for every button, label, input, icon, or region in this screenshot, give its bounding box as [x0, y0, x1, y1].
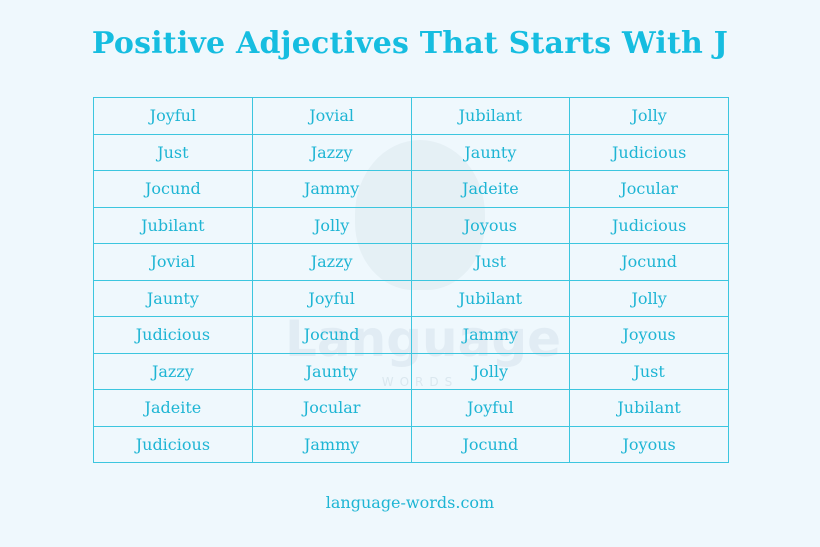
table-cell: Jocund [569, 243, 729, 281]
table-cell: Jaunty [93, 279, 253, 317]
table-cell: Jubilant [410, 279, 571, 317]
table-row: Joyful Jovial Jubilant Jolly [93, 97, 729, 135]
table-cell: Jolly [569, 97, 729, 135]
table-cell: Judicious [569, 206, 729, 244]
table-cell: Jubilant [93, 206, 253, 244]
page-title: Positive Adjectives That Starts With J [91, 26, 729, 61]
table-cell: Judicious [569, 133, 729, 171]
table-row: Jocund Jammy Jadeite Jocular [93, 170, 729, 208]
table-cell: Jocund [93, 170, 253, 208]
table-cell: Joyous [569, 425, 729, 463]
table-cell: Jocular [569, 170, 729, 208]
table-row: Jovial Jazzy Just Jocund [93, 243, 729, 281]
table-cell: Jocular [251, 389, 412, 427]
table-cell: Joyous [569, 316, 729, 354]
table-cell: Judicious [93, 316, 253, 354]
table-cell: Joyous [410, 206, 571, 244]
table-cell: Jolly [569, 279, 729, 317]
footer-website: language-words.com [325, 493, 495, 512]
table-cell: Jadeite [410, 170, 571, 208]
table-cell: Joyful [93, 97, 253, 135]
table-cell: Judicious [93, 425, 253, 463]
table-cell: Jammy [251, 425, 412, 463]
table-cell: Jammy [251, 170, 412, 208]
table-cell: Jocund [251, 316, 412, 354]
table-cell: Jubilant [569, 389, 729, 427]
table-cell: Jovial [251, 97, 412, 135]
table-cell: Jazzy [251, 133, 412, 171]
table-cell: Just [410, 243, 571, 281]
table-row: Jazzy Jaunty Jolly Just [93, 352, 729, 390]
table-cell: Jammy [410, 316, 571, 354]
table-row: Jubilant Jolly Joyous Judicious [93, 206, 729, 244]
table-row: Judicious Jocund Jammy Joyous [93, 316, 729, 354]
table-row: Jaunty Joyful Jubilant Jolly [93, 279, 729, 317]
table-cell: Joyful [410, 389, 571, 427]
table-cell: Jubilant [410, 97, 571, 135]
table-cell: Jovial [93, 243, 253, 281]
adjectives-table: Joyful Jovial Jubilant Jolly Just Jazzy Jaunty… [93, 97, 729, 463]
table-row: Jadeite Jocular Joyful Jubilant [93, 389, 729, 427]
table-cell: Jazzy [251, 243, 412, 281]
table-cell: Jaunty [410, 133, 571, 171]
table-cell: Joyful [251, 279, 412, 317]
table-row: Just Jazzy Jaunty Judicious [93, 133, 729, 171]
table-cell: Jolly [251, 206, 412, 244]
table-cell: Jazzy [93, 352, 253, 390]
table-cell: Jocund [410, 425, 571, 463]
table-cell: Just [569, 352, 729, 390]
table-cell: Jolly [410, 352, 571, 390]
table-row: Judicious Jammy Jocund Joyous [93, 425, 729, 463]
table-cell: Jaunty [251, 352, 412, 390]
table-cell: Just [93, 133, 253, 171]
table-cell: Jadeite [93, 389, 253, 427]
